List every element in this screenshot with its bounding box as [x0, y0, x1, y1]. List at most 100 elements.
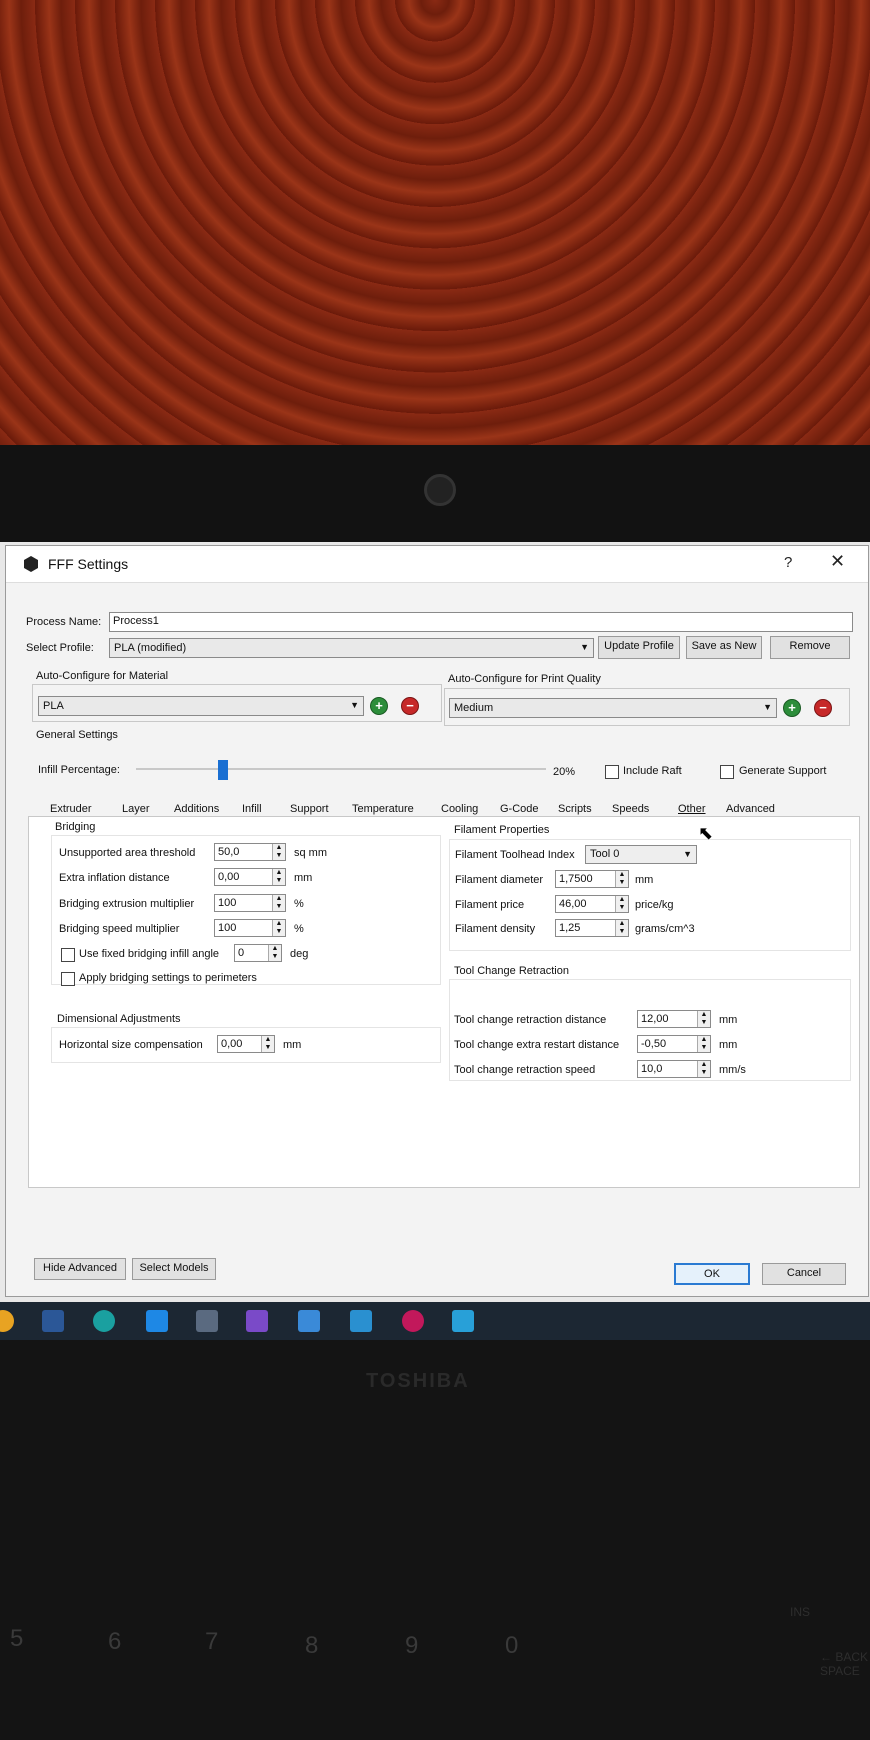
add-material-button[interactable]: + — [370, 697, 388, 715]
tab-g-code[interactable]: G-Code — [500, 803, 539, 815]
spin-arrows-icon[interactable]: ▲ ▼ — [697, 1061, 710, 1077]
include-raft-checkbox[interactable] — [605, 765, 619, 779]
spin-arrows-icon[interactable]: ▲ ▼ — [261, 1036, 274, 1052]
calculator-icon[interactable] — [298, 1310, 320, 1332]
tab-advanced[interactable]: Advanced — [726, 803, 775, 815]
help-button[interactable]: ? — [784, 554, 792, 571]
general-settings-label: General Settings — [36, 729, 118, 741]
unsupported-area-input[interactable]: 50,0 ▲ ▼ — [214, 843, 286, 861]
generate-support-label: Generate Support — [739, 765, 827, 777]
tab-temperature[interactable]: Temperature — [352, 803, 414, 815]
select-models-button[interactable]: Select Models — [132, 1258, 216, 1280]
tab-speeds[interactable]: Speeds — [612, 803, 649, 815]
tc-speed-unit: mm/s — [719, 1064, 746, 1076]
laptop-keyboard — [0, 1340, 870, 1740]
tab-layer[interactable]: Layer — [122, 803, 150, 815]
tab-other[interactable]: Other — [678, 803, 706, 815]
filament-header: Filament Properties — [454, 824, 550, 836]
spin-arrows-icon[interactable]: ▲ ▼ — [697, 1036, 710, 1052]
spin-arrows-icon[interactable]: ▲ ▼ — [697, 1011, 710, 1027]
fixed-angle-checkbox[interactable] — [61, 948, 75, 962]
extra-inflation-label: Extra inflation distance — [59, 872, 170, 884]
webcam — [424, 474, 456, 506]
add-quality-button[interactable]: + — [783, 699, 801, 717]
spin-arrows-icon[interactable]: ▲ ▼ — [615, 896, 628, 912]
filament-diameter-value: 1,7500 — [559, 873, 593, 885]
photos-icon[interactable] — [452, 1310, 474, 1332]
filament-diameter-input[interactable]: 1,7500 ▲ ▼ — [555, 870, 629, 888]
window-app-icon[interactable] — [350, 1310, 372, 1332]
tab-additions[interactable]: Additions — [174, 803, 219, 815]
tc-speed-input[interactable]: 10,0 ▲ ▼ — [637, 1060, 711, 1078]
spin-arrows-icon[interactable]: ▲ ▼ — [272, 920, 285, 936]
tab-infill[interactable]: Infill — [242, 803, 262, 815]
extra-inflation-input[interactable]: 0,00 ▲ ▼ — [214, 868, 286, 886]
laptop-brand: TOSHIBA — [366, 1370, 470, 1392]
key-9: 9 — [405, 1632, 419, 1659]
tc-restart-input[interactable]: -0,50 ▲ ▼ — [637, 1035, 711, 1053]
word-icon[interactable] — [42, 1310, 64, 1332]
horizontal-size-unit: mm — [283, 1039, 302, 1051]
spin-arrows-icon[interactable]: ▲ ▼ — [615, 920, 628, 936]
tab-extruder[interactable]: Extruder — [50, 803, 92, 815]
toolhead-index-select[interactable]: Tool 0 ▼ — [585, 845, 697, 864]
quality-label: Auto-Configure for Print Quality — [448, 673, 601, 685]
filament-density-unit: grams/cm^3 — [635, 923, 695, 935]
spin-arrows-icon[interactable]: ▲ ▼ — [272, 895, 285, 911]
tc-restart-label: Tool change extra restart distance — [454, 1039, 620, 1051]
other-tab-panel: Bridging Unsupported area threshold 50,0… — [28, 816, 860, 1188]
quality-select[interactable]: Medium ▼ — [449, 698, 777, 718]
material-select[interactable]: PLA ▼ — [38, 696, 364, 716]
tc-distance-label: Tool change retraction distance — [454, 1014, 607, 1026]
tab-support[interactable]: Support — [290, 803, 329, 815]
spin-arrows-icon[interactable]: ▲ ▼ — [272, 844, 285, 860]
save-as-new-button[interactable]: Save as New — [686, 636, 762, 659]
spin-arrows-icon[interactable]: ▲ ▼ — [272, 869, 285, 885]
settings-tabs: Extruder Layer Additions Infill Support Tempe… — [6, 607, 868, 815]
spin-arrows-icon[interactable]: ▲ ▼ — [268, 945, 281, 961]
bridging-speed-unit: % — [294, 923, 304, 935]
filament-density-input[interactable]: 1,25 ▲ ▼ — [555, 919, 629, 937]
ok-button[interactable]: OK — [674, 1263, 750, 1285]
quality-select-value: Medium — [454, 702, 494, 714]
remove-button[interactable]: Remove — [770, 636, 850, 659]
tc-distance-value: 12,00 — [641, 1013, 669, 1025]
bridging-extrusion-unit: % — [294, 898, 304, 910]
tc-speed-value: 10,0 — [641, 1063, 663, 1075]
close-button[interactable]: ✕ — [830, 551, 845, 572]
tool-icon[interactable] — [196, 1310, 218, 1332]
infill-slider-handle[interactable] — [218, 760, 228, 780]
settings-app-icon[interactable] — [402, 1310, 424, 1332]
spin-arrows-icon[interactable]: ▲ ▼ — [615, 871, 628, 887]
unsupported-area-unit: sq mm — [294, 847, 327, 859]
select-profile-label: Select Profile: — [26, 642, 94, 654]
bridging-speed-input[interactable]: 100 ▲ ▼ — [214, 919, 286, 937]
filament-price-unit: price/kg — [635, 899, 674, 911]
generate-support-checkbox[interactable] — [720, 765, 734, 779]
horizontal-size-input[interactable]: 0,00 ▲ ▼ — [217, 1035, 275, 1053]
vscode-icon[interactable] — [146, 1310, 168, 1332]
infill-slider-track — [136, 768, 546, 770]
bridging-extrusion-input[interactable]: 100 ▲ ▼ — [214, 894, 286, 912]
filament-density-label: Filament density — [455, 923, 536, 935]
update-profile-button[interactable]: Update Profile — [598, 636, 680, 659]
taskbar — [0, 1302, 870, 1340]
hide-advanced-button[interactable]: Hide Advanced — [34, 1258, 126, 1280]
bridging-speed-value: 100 — [218, 922, 237, 934]
app-logo-icon — [24, 556, 38, 572]
filament-price-input[interactable]: 46,00 ▲ ▼ — [555, 895, 629, 913]
key-0: 0 — [505, 1632, 519, 1659]
arduino-icon[interactable] — [93, 1310, 115, 1332]
unsupported-area-label: Unsupported area threshold — [59, 847, 196, 859]
tab-cooling[interactable]: Cooling — [441, 803, 478, 815]
remove-material-button[interactable]: − — [401, 697, 419, 715]
apply-perimeters-checkbox[interactable] — [61, 972, 75, 986]
tc-distance-input[interactable]: 12,00 ▲ ▼ — [637, 1010, 711, 1028]
fixed-angle-input[interactable]: 0 ▲ ▼ — [234, 944, 282, 962]
remove-quality-button[interactable]: − — [814, 699, 832, 717]
tab-scripts[interactable]: Scripts — [558, 803, 592, 815]
horizontal-size-value: 0,00 — [221, 1038, 243, 1050]
profile-select[interactable]: PLA (modified) ▼ — [109, 638, 594, 658]
slicer-icon[interactable] — [246, 1310, 268, 1332]
cancel-button[interactable]: Cancel — [762, 1263, 846, 1285]
